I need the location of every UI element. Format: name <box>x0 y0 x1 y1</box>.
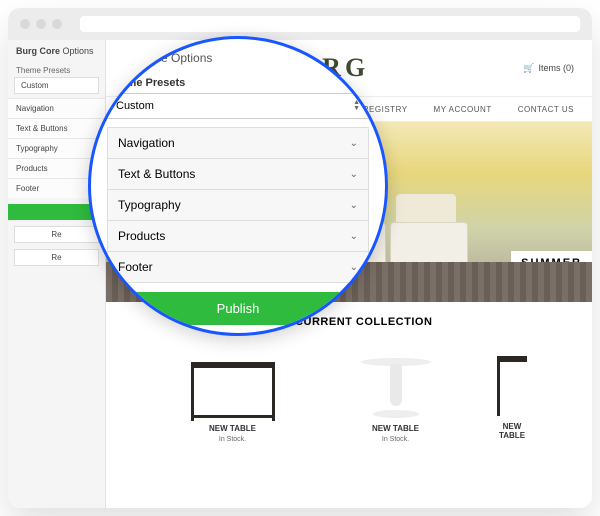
presets-label: Theme Presets <box>107 77 369 89</box>
chevron-down-icon: ⌄ <box>350 262 358 273</box>
product-image <box>166 340 299 418</box>
product-stock: In Stock. <box>166 436 299 443</box>
lens-header: e Options <box>91 39 385 71</box>
accordion-footer[interactable]: Footer⌄ <box>107 251 369 283</box>
nav-my-account[interactable]: MY ACCOUNT <box>434 105 492 114</box>
options-title-fragment: e Options <box>161 51 212 65</box>
product-name: NEW TABLE <box>492 422 532 440</box>
cart-icon: 🛒 <box>523 63 534 74</box>
traffic-light-dot <box>20 19 30 29</box>
traffic-light-dot <box>36 19 46 29</box>
hero-subtitle: Shop Al <box>521 269 582 278</box>
product-card[interactable]: NEW TABLE In Stock. <box>329 340 462 443</box>
accordion-typography[interactable]: Typography⌄ <box>107 189 369 221</box>
accordion-products[interactable]: Products⌄ <box>107 220 369 252</box>
browser-topbar <box>8 8 592 40</box>
reset-button-small[interactable]: Re <box>14 226 99 243</box>
chevron-down-icon: ⌄ <box>350 138 358 149</box>
product-card[interactable]: NEW TABLE In Stock. <box>166 340 299 443</box>
search-icon[interactable] <box>345 47 367 69</box>
product-name: NEW TABLE <box>166 424 299 433</box>
publish-button[interactable]: Publish <box>107 292 369 325</box>
product-card[interactable]: NEW TABLE <box>492 338 532 443</box>
hero-title: SUMMER <box>521 257 582 269</box>
nav-contact-us[interactable]: CONTACT US <box>518 105 574 114</box>
product-name: NEW TABLE <box>329 424 462 433</box>
chevron-down-icon: ⌄ <box>350 231 358 242</box>
hero-callout[interactable]: SUMMER Shop Al <box>511 251 592 284</box>
accordion-text-buttons[interactable]: Text & Buttons⌄ <box>107 158 369 190</box>
url-bar[interactable] <box>80 16 580 32</box>
preset-select[interactable]: Custom ▲▼ <box>107 93 369 119</box>
accordion: Navigation⌄ Text & Buttons⌄ Typography⌄ … <box>107 127 369 283</box>
accordion-navigation[interactable]: Navigation⌄ <box>107 127 369 159</box>
chevron-down-icon: ⌄ <box>350 200 358 211</box>
reset-button-small-2[interactable]: Re <box>14 249 99 266</box>
preset-select[interactable]: Custom <box>14 77 99 94</box>
traffic-light-dot <box>52 19 62 29</box>
cart-link[interactable]: 🛒 Items (0) <box>523 63 574 74</box>
product-image <box>329 340 462 418</box>
chevron-down-icon: ⌄ <box>350 169 358 180</box>
select-stepper-icon: ▲▼ <box>353 100 360 112</box>
product-stock: In Stock. <box>329 436 462 443</box>
magnifier-lens: e Options Theme Presets Custom ▲▼ Naviga… <box>88 36 388 336</box>
product-grid: NEW TABLE In Stock. NEW TABLE In Stock. … <box>106 338 592 443</box>
preset-value: Custom <box>116 100 154 112</box>
cart-count: Items (0) <box>538 63 574 73</box>
product-image <box>492 338 532 416</box>
